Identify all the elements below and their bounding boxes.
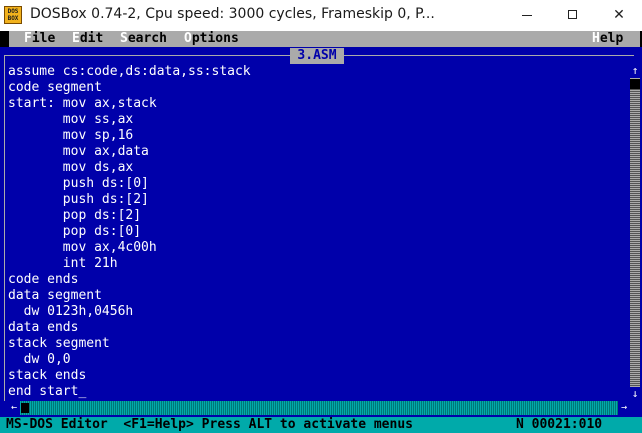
file-name-tab: 3.ASM (290, 48, 344, 64)
window-title: DOSBox 0.74-2, Cpu speed: 3000 cycles, F… (30, 6, 435, 22)
close-button[interactable]: ✕ (596, 0, 642, 31)
status-help-text: MS-DOS Editor <F1=Help> Press ALT to act… (6, 417, 413, 432)
app-icon-text-line1: DOS (7, 8, 19, 15)
minimize-icon (522, 15, 532, 16)
menu-help-hotkey: H (592, 31, 600, 46)
maximize-icon (568, 10, 577, 19)
dosbox-app-icon: DOS BOX (4, 6, 22, 24)
code-text-area[interactable]: assume cs:code,ds:data,ss:stack code seg… (8, 64, 251, 400)
vertical-scrollbar[interactable]: ↑ ↓ (630, 64, 640, 401)
app-icon-text-line2: BOX (7, 15, 19, 22)
scroll-down-arrow-icon[interactable]: ↓ (630, 387, 640, 401)
menu-search-hotkey: S (120, 31, 128, 46)
menu-edit-label: dit (79, 31, 104, 46)
title-bar[interactable]: DOS BOX DOSBox 0.74-2, Cpu speed: 3000 c… (0, 0, 642, 31)
cursor-position: N 00021:010 (516, 417, 603, 432)
scrollbar-corner (630, 401, 642, 415)
menu-options-hotkey: O (184, 31, 192, 46)
scroll-up-arrow-icon[interactable]: ↑ (630, 64, 640, 78)
dosbox-window: DOS BOX DOSBox 0.74-2, Cpu speed: 3000 c… (0, 0, 642, 433)
scroll-right-arrow-icon[interactable]: → (618, 401, 630, 415)
close-icon: ✕ (613, 7, 625, 23)
menu-file-label: ile (31, 31, 56, 46)
scroll-left-arrow-icon[interactable]: ← (8, 401, 20, 415)
menu-help-label: elp (599, 31, 624, 46)
menu-search-label: earch (127, 31, 167, 46)
menu-options-label: ptions (191, 31, 239, 46)
menu-bar: File Edit Search Options Help (0, 31, 642, 47)
menu-file-hotkey: F (24, 31, 32, 46)
maximize-button[interactable] (550, 0, 596, 31)
editor-frame-left (4, 55, 5, 401)
menu-search[interactable]: Search (120, 31, 167, 47)
menu-help[interactable]: Help (592, 31, 623, 47)
menu-options[interactable]: Options (184, 31, 239, 47)
minimize-button[interactable] (504, 0, 550, 31)
editor-pane[interactable]: 3.ASM assume cs:code,ds:data,ss:stack co… (0, 47, 642, 401)
menu-edit[interactable]: Edit (72, 31, 103, 47)
vertical-scroll-thumb[interactable] (630, 79, 640, 89)
horizontal-scroll-thumb[interactable] (21, 403, 29, 413)
status-bar: MS-DOS Editor <F1=Help> Press ALT to act… (0, 417, 642, 433)
menu-file[interactable]: File (24, 31, 55, 47)
horizontal-scrollbar[interactable]: ← → (8, 401, 630, 415)
dos-screen: File Edit Search Options Help 3.ASM assu… (0, 31, 642, 433)
menu-edit-hotkey: E (72, 31, 80, 46)
menu-bar-left-edge (0, 31, 9, 47)
